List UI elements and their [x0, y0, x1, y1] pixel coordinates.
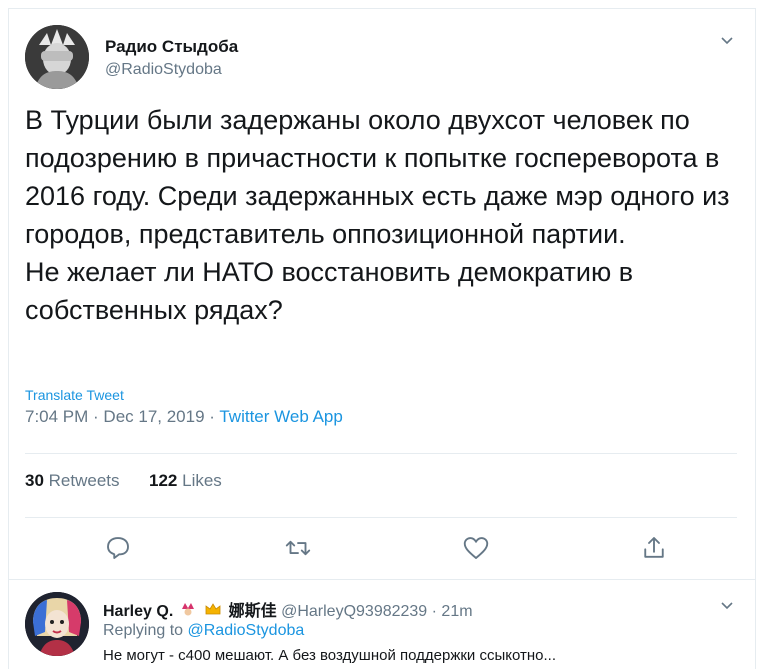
likes-label: Likes	[182, 471, 222, 490]
crown-emoji-icon	[204, 601, 222, 622]
jester-emoji-icon	[180, 601, 196, 622]
tweet-text: В Турции были задержаны около двухсот че…	[25, 105, 730, 325]
retweets-count: 30	[25, 471, 44, 490]
heart-icon[interactable]	[461, 533, 491, 563]
reply-author-name-cn[interactable]: 娜斯佳	[229, 601, 277, 620]
reply-author-avatar[interactable]	[25, 592, 89, 656]
likes-count: 122	[149, 471, 178, 490]
retweet-icon[interactable]	[283, 533, 313, 563]
chevron-down-icon[interactable]	[719, 598, 735, 614]
reply-author-name[interactable]: Harley Q.	[103, 603, 173, 620]
author-name[interactable]: Радио Стыдоба	[105, 37, 238, 57]
reply-author-handle[interactable]: @HarleyQ93982239	[281, 603, 427, 620]
author-avatar[interactable]	[25, 25, 89, 89]
reply-icon[interactable]	[103, 533, 133, 563]
divider	[25, 517, 737, 518]
reply-time[interactable]: · 21m	[432, 603, 473, 620]
tweet-meta: 7:04 PM · Dec 17, 2019 · Twitter Web App	[25, 407, 343, 427]
tweet-timestamp[interactable]: 7:04 PM · Dec 17, 2019 ·	[25, 407, 215, 426]
tweet-stats: 30 Retweets 122 Likes	[25, 471, 222, 491]
reply-header: Harley Q. 娜斯佳 @HarleyQ93982239 · 21m	[103, 597, 473, 622]
divider	[25, 453, 737, 454]
author-handle[interactable]: @RadioStydoba	[105, 61, 222, 79]
tweet-actions	[9, 525, 755, 571]
reply-text: Не могут - с400 мешают. А без воздушной …	[103, 647, 556, 664]
translate-tweet-link[interactable]: Translate Tweet	[25, 387, 124, 403]
reply-tweet[interactable]: Harley Q. 娜斯佳 @HarleyQ93982239 · 21m Rep…	[9, 580, 755, 670]
replying-to: Replying to @RadioStydoba	[103, 622, 304, 640]
likes-stat[interactable]: 122 Likes	[149, 471, 222, 490]
replying-to-handle[interactable]: @RadioStydoba	[188, 622, 305, 639]
retweets-label: Retweets	[48, 471, 120, 490]
retweets-stat[interactable]: 30 Retweets	[25, 471, 120, 490]
replying-to-label: Replying to	[103, 622, 184, 639]
timeline-panel: Радио Стыдоба @RadioStydoba В Турции был…	[8, 8, 756, 669]
chevron-down-icon[interactable]	[719, 33, 735, 49]
source-app-link[interactable]: Twitter Web App	[219, 407, 342, 426]
share-icon[interactable]	[639, 533, 669, 563]
